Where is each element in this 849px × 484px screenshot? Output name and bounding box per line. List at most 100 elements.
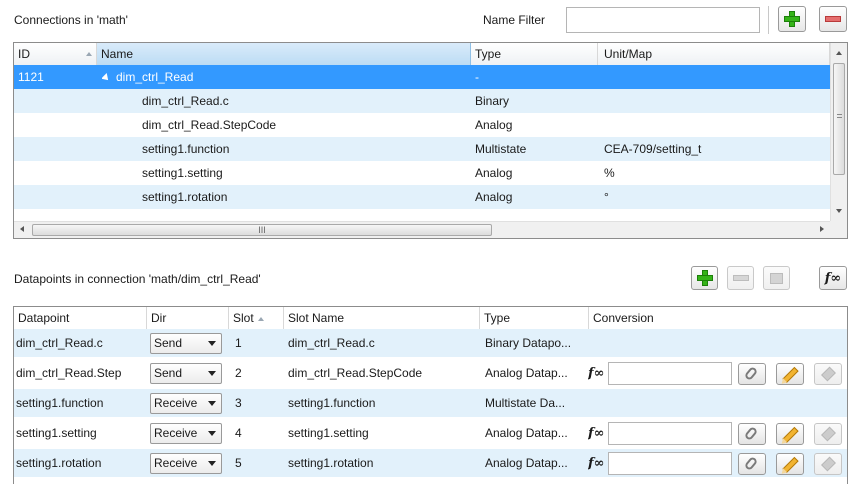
cell-id: 1121	[18, 70, 44, 84]
datapoints-title: Datapoints in connection 'math/dim_ctrl_…	[14, 272, 261, 286]
dir-select-value: Receive	[154, 396, 198, 410]
cell-unit	[604, 89, 824, 113]
hscroll-thumb[interactable]: III	[32, 224, 492, 236]
name-filter-label: Name Filter	[483, 13, 546, 27]
minus-icon	[825, 16, 841, 22]
cell-name: dim_ctrl_Read	[102, 65, 422, 89]
cell-slot: 4	[235, 426, 242, 440]
cell-type: Analog Datap...	[485, 426, 568, 440]
chevron-down-icon	[208, 401, 216, 406]
edit-button[interactable]	[776, 363, 804, 385]
table-row[interactable]: setting1.rotation Analog °	[14, 185, 847, 209]
edit-button[interactable]	[776, 453, 804, 475]
function-icon: f∞	[824, 270, 842, 286]
cell-type: -	[475, 70, 479, 84]
paperclip-icon	[743, 425, 759, 442]
col-unit-header[interactable]: Unit/Map	[598, 43, 830, 65]
table-row[interactable]: setting1.rotation Receive 5 setting1.rotati…	[14, 449, 847, 478]
sort-asc-icon	[86, 52, 92, 56]
chevron-down-icon	[208, 431, 216, 436]
cell-unit: %	[604, 166, 615, 180]
table-row[interactable]: dim_ctrl_Read.StepCode Analog	[14, 113, 847, 137]
remove-connection-button[interactable]	[819, 6, 847, 32]
scroll-corner	[830, 221, 847, 238]
dir-select-value: Send	[154, 366, 183, 380]
datapoints-table: Datapoint Dir Slot Slot Name Type Conver…	[13, 306, 848, 484]
expand-triangle-icon[interactable]	[102, 72, 111, 83]
remove-datapoint-button[interactable]	[727, 266, 754, 290]
dir-select-value: Send	[154, 336, 183, 350]
table-row[interactable]: dim_ctrl_Read.Step Send 2 dim_ctrl_Read.Ste…	[14, 359, 847, 388]
pencil-icon	[782, 426, 799, 444]
col-type-header[interactable]: Type	[471, 43, 598, 65]
cell-id	[18, 113, 96, 137]
col-name-header[interactable]: Name	[97, 43, 471, 65]
chevron-down-icon	[208, 371, 216, 376]
table-row[interactable]: dim_ctrl_Read.c Binary	[14, 89, 847, 113]
col-type-header[interactable]: Type	[480, 307, 589, 329]
table-row[interactable]: setting1.function Receive 3 setting1.functi…	[14, 389, 847, 418]
cell-type: Analog	[475, 166, 513, 180]
connections-hscrollbar[interactable]: III	[14, 221, 831, 238]
plus-icon	[784, 11, 800, 27]
dir-select[interactable]: Send	[150, 333, 222, 354]
cell-type: Analog	[475, 190, 513, 204]
cell-type: Binary Datapo...	[485, 336, 572, 350]
dir-select[interactable]: Send	[150, 363, 222, 384]
add-datapoint-button[interactable]	[691, 266, 718, 290]
pin-button[interactable]	[814, 363, 842, 385]
col-dir-header[interactable]: Dir	[147, 307, 229, 329]
function-icon[interactable]: f∞	[588, 449, 610, 478]
name-filter-input[interactable]	[566, 7, 760, 33]
scroll-right-icon[interactable]	[820, 226, 824, 232]
sort-asc-icon	[257, 316, 264, 321]
vscroll-thumb[interactable]	[833, 63, 845, 175]
table-row[interactable]: setting1.setting Analog%	[14, 161, 847, 185]
pin-button[interactable]	[814, 423, 842, 445]
table-row[interactable]: dim_ctrl_Read.c Send 1 dim_ctrl_Read.c Binar…	[14, 329, 847, 358]
pin-button[interactable]	[814, 453, 842, 475]
col-id-header[interactable]: ID	[14, 43, 97, 65]
dir-select[interactable]: Receive	[150, 393, 222, 414]
pin-icon	[821, 456, 836, 472]
conversion-input[interactable]	[608, 452, 732, 475]
edit-button[interactable]	[776, 423, 804, 445]
scroll-up-icon[interactable]	[836, 51, 842, 55]
connections-table: ID Name Type Unit/Map 1121 dim_ctrl_Read -…	[13, 42, 848, 239]
chevron-down-icon	[208, 461, 216, 466]
scroll-left-icon[interactable]	[20, 226, 24, 232]
col-datapoint-header[interactable]: Datapoint	[14, 307, 147, 329]
conversion-input[interactable]	[608, 362, 732, 385]
cell-slot: 1	[235, 336, 242, 350]
cell-unit	[604, 65, 824, 89]
attach-button[interactable]	[738, 423, 766, 445]
function-button[interactable]: f∞	[819, 266, 847, 290]
cell-type: Analog Datap...	[485, 366, 568, 380]
scroll-down-icon[interactable]	[836, 209, 842, 213]
table-row[interactable]: 1121 dim_ctrl_Read -	[14, 65, 847, 89]
cell-id	[18, 89, 96, 113]
dir-select[interactable]: Receive	[150, 453, 222, 474]
paperclip-icon	[743, 365, 759, 382]
toolbar-separator	[768, 6, 769, 34]
attach-button[interactable]	[738, 363, 766, 385]
cell-unit	[604, 113, 824, 137]
attach-button[interactable]	[738, 453, 766, 475]
cell-unit: °	[604, 190, 609, 204]
plus-icon	[696, 270, 713, 286]
table-row[interactable]: setting1.function Multistate CEA-709/setti…	[14, 137, 847, 161]
col-slot-header[interactable]: Slot	[229, 307, 284, 329]
connections-vscrollbar[interactable]	[830, 43, 847, 221]
copy-datapoint-button[interactable]	[763, 266, 790, 290]
function-icon[interactable]: f∞	[588, 419, 610, 448]
col-conversion-header[interactable]: Conversion	[589, 307, 847, 329]
dir-select[interactable]: Receive	[150, 423, 222, 444]
table-row[interactable]: setting1.setting Receive 4 setting1.setting…	[14, 419, 847, 448]
function-icon[interactable]: f∞	[588, 359, 610, 388]
cell-name: setting1.function	[142, 142, 230, 156]
cell-id	[18, 161, 96, 185]
conversion-input[interactable]	[608, 422, 732, 445]
col-slotname-header[interactable]: Slot Name	[284, 307, 480, 329]
cell-slot: 3	[235, 396, 242, 410]
add-connection-button[interactable]	[778, 6, 806, 32]
